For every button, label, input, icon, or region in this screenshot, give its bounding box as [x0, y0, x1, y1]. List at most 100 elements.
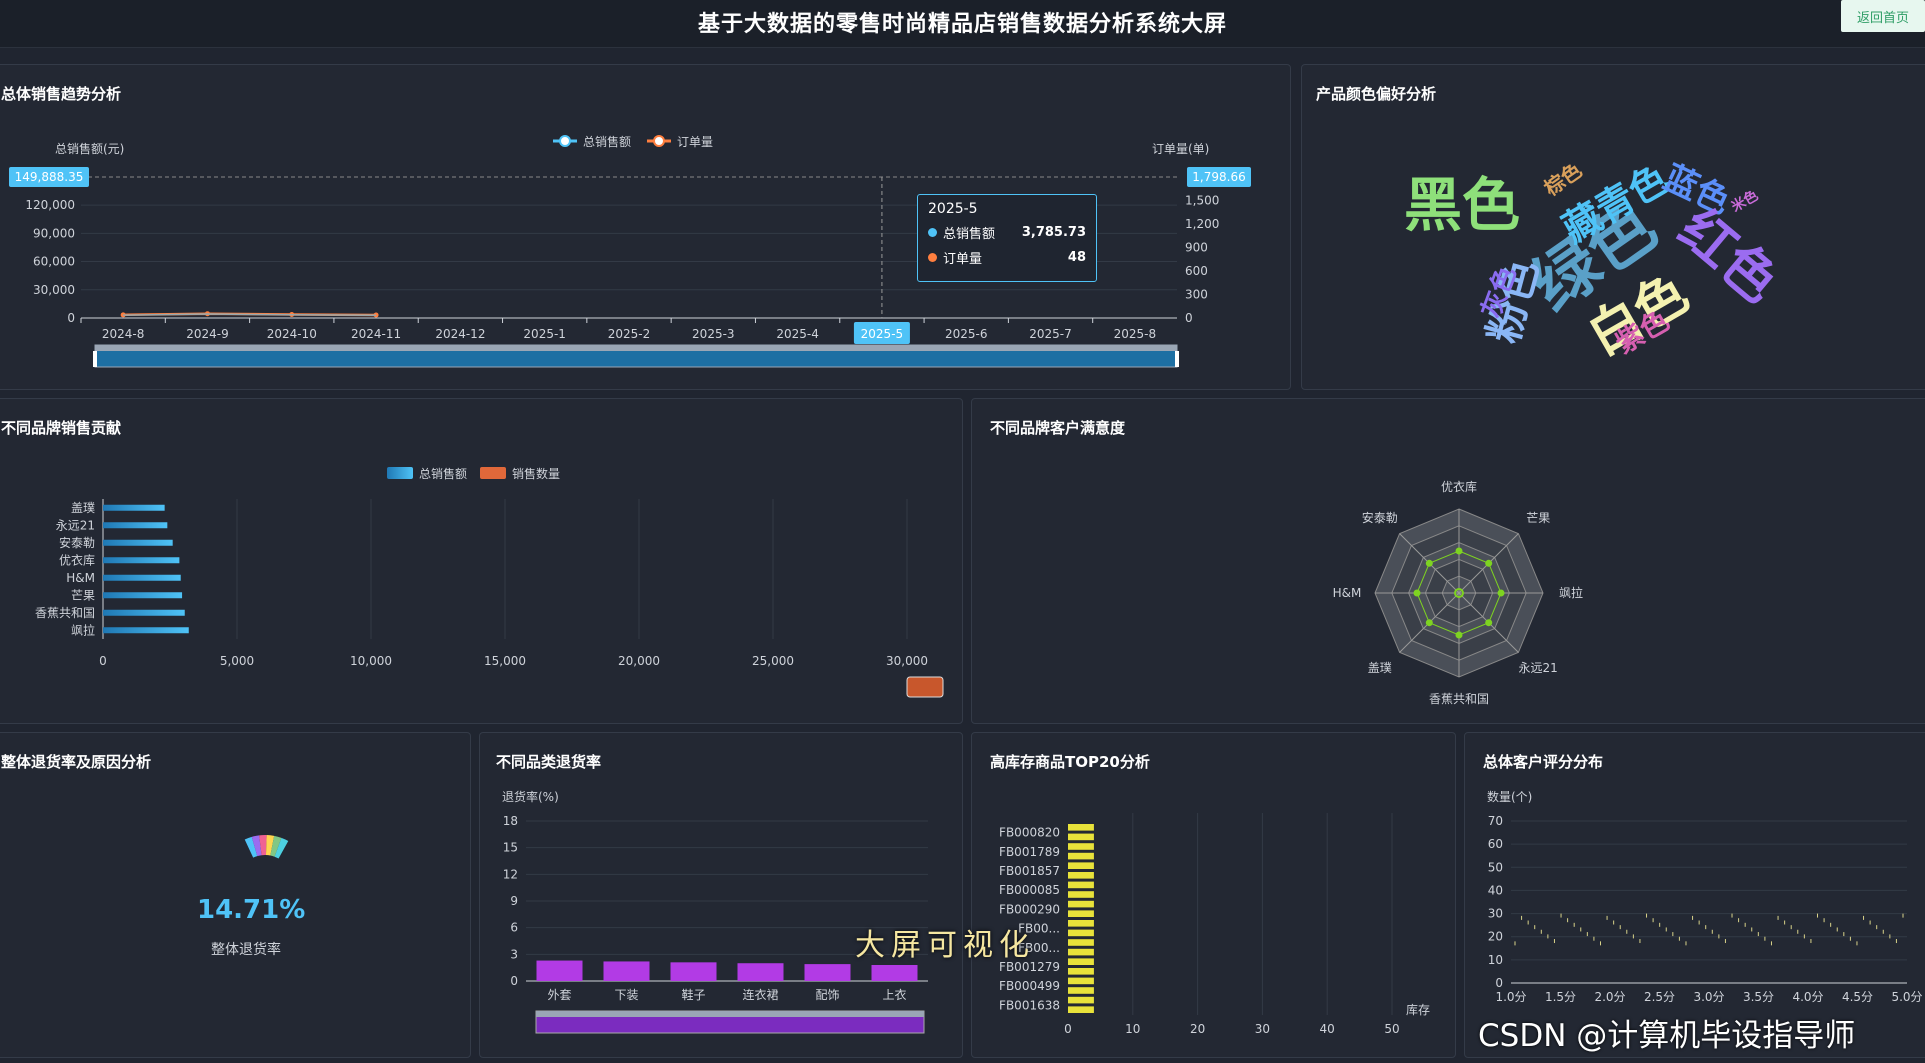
y-tick-label: FB000085: [999, 883, 1060, 897]
page-title: 基于大数据的零售时尚精品店销售数据分析系统大屏: [697, 12, 1227, 37]
bar: [536, 960, 583, 981]
bar: [1068, 833, 1094, 841]
x-tick-label: 2025-2: [608, 327, 651, 341]
y-tick-label: 盖璞: [71, 501, 95, 515]
x-tick-label: 1.0分: [1495, 990, 1526, 1004]
datazoom-left-handle: [93, 351, 97, 367]
legend-marker-orders: [653, 135, 665, 147]
y-tick-label-right: 900: [1185, 240, 1208, 254]
satisfaction-radar-chart[interactable]: 优衣库芒果飒拉永远21 香蕉共和国 盖璞 H&M 安泰勒: [972, 399, 1925, 725]
bar: [103, 504, 165, 511]
bar: [1068, 929, 1094, 937]
bar: [737, 963, 784, 981]
y-tick-label-right: 600: [1185, 264, 1208, 278]
radar-indicator-label: 永远21: [1519, 661, 1558, 675]
x-tick-label: 2024-8: [102, 327, 145, 341]
bar: [1068, 987, 1094, 994]
chart-tooltip: 2025-5 总销售额 3,785.73 订单量 48: [917, 194, 1097, 282]
brand-satisfaction-panel: 不同品牌客户满意度 优衣库 芒果 飒拉 永远21 香蕉共和国 盖璞 H&M 安泰勒: [971, 398, 1925, 724]
y-tick-label: 10: [1488, 953, 1503, 967]
x-tick-label: 30,000: [886, 654, 928, 668]
y-tick-label: 芒果: [71, 587, 95, 602]
bar: [1068, 900, 1094, 908]
x-tick-label: 1.5分: [1545, 990, 1576, 1004]
legend-swatch-sales: [387, 467, 413, 479]
wordcloud-word: 黑色: [1404, 171, 1520, 239]
legend-label: 总销售额: [583, 134, 631, 149]
x-tick-label: 2025-8: [1114, 327, 1157, 341]
y-tick-label: 0: [510, 974, 518, 988]
bar: [103, 522, 168, 529]
y-tick-label: 30,000: [33, 283, 75, 297]
color-preference-panel: 产品颜色偏好分析 黑色 绿色 藏青色 蓝色 红色 白色 粉色 灰色 紫色 棕色 米色: [1301, 64, 1925, 390]
bar: [1068, 891, 1094, 898]
y-tick-label: 香蕉共和国: [35, 606, 95, 620]
csdn-watermark: CSDN @计算机毕设指导师: [1478, 1018, 1856, 1054]
toolbox-icon: [906, 676, 944, 698]
x-tick-label: 连衣裙: [742, 987, 778, 1002]
y-tick-label: 50: [1488, 860, 1503, 874]
wordcloud-word: 棕色: [1540, 158, 1587, 201]
bar: [1068, 852, 1094, 860]
y-tick-label-right: 1,200: [1185, 217, 1219, 231]
y-tick-label: 优衣库: [59, 552, 95, 567]
bar: [1068, 920, 1094, 927]
radar-point: [1425, 619, 1433, 627]
x-tick-label: 2024-12: [435, 327, 485, 341]
radar-indicator-label: 安泰勒: [1362, 510, 1398, 525]
x-tick-label: 配饰: [815, 988, 839, 1002]
bar: [1068, 843, 1094, 850]
return-rate-label: 整体退货率: [211, 942, 281, 958]
radar-point: [1413, 589, 1421, 597]
bar: [103, 627, 189, 634]
legend-label: 订单量: [677, 135, 713, 149]
x-tick-label: 40: [1320, 1022, 1335, 1036]
x-tick-label: 外套: [547, 988, 571, 1002]
watermark-text: 大屏可视化: [855, 928, 1035, 963]
x-tick-label: 10,000: [350, 654, 392, 668]
y-tick-label: 飒拉: [71, 622, 95, 637]
datazoom-handle-bar: [536, 1011, 924, 1017]
y-tick-label: 12: [503, 867, 518, 881]
sales-trend-chart[interactable]: 总销售额 订单量总销售额(元) 订单量(单)030,00060,00090,0001…: [0, 65, 1292, 391]
bar: [1068, 996, 1094, 1004]
y-tick-label: 18: [503, 814, 518, 828]
x-tick-label: 0: [1064, 1022, 1072, 1036]
radar-point: [1425, 559, 1433, 567]
y-tick-label-right: 0: [1185, 311, 1193, 325]
bar: [804, 964, 851, 981]
back-home-button[interactable]: 返回首页: [1841, 0, 1925, 32]
radar-indicator-label: 飒拉: [1559, 585, 1583, 600]
x-tick-label: 4.5分: [1842, 990, 1873, 1004]
inventory-chart[interactable]: 0 10 20 30 40 50 库存 FB000820 FB001789 FB001857 FB0…: [972, 733, 1457, 1059]
bar: [1068, 948, 1094, 956]
x-tick-label: 4.0分: [1792, 990, 1823, 1004]
category-return-chart[interactable]: 退货率(%) 0 3 6 9 12 15 18 外套 下装 鞋子 连衣裙 配饰 上衣: [480, 733, 964, 1059]
color-wordcloud[interactable]: 黑色绿色藏青色蓝色红色白色粉色灰色紫色棕色米色: [1302, 65, 1925, 391]
y-tick-label: 3: [510, 947, 518, 961]
sales-dot-icon: [928, 228, 937, 237]
bar: [103, 557, 180, 564]
x-tick-label: 2.0分: [1594, 990, 1625, 1004]
sales-trend-panel: 总体销售趋势分析 总销售额 订单量 总销售额(元) 订单量(单) 0 30,000 60,0…: [0, 64, 1291, 390]
x-tick-label: 2.5分: [1644, 990, 1675, 1004]
bar: [670, 962, 717, 981]
legend-label: 总销售额: [419, 466, 467, 481]
bar: [1068, 1006, 1094, 1013]
x-tick-label: 下装: [614, 988, 638, 1002]
y-tick-label: 120,000: [25, 198, 75, 212]
x-tick-label: 2024-10: [267, 327, 317, 341]
legend-marker-sales: [559, 135, 571, 147]
radar-point: [1485, 619, 1493, 627]
y-tick-label: FB001857: [999, 864, 1060, 878]
y-tick-label: FB000290: [999, 902, 1060, 916]
y-tick-label: 0: [1495, 976, 1503, 990]
header-bar: 基于大数据的零售时尚精品店销售数据分析系统大屏 返回首页: [0, 0, 1925, 48]
brand-sales-chart[interactable]: 总销售额 销售数量 0 5,000 10,000 15,000 20,000 25,000 30…: [0, 399, 964, 725]
datazoom-handle-bar: [95, 345, 1177, 351]
bar: [1068, 881, 1094, 889]
orders-dot-icon: [928, 253, 937, 262]
x-tick-label: 5.0分: [1891, 990, 1922, 1004]
bar: [1068, 824, 1094, 831]
x-tick-label: 上衣: [882, 987, 906, 1002]
